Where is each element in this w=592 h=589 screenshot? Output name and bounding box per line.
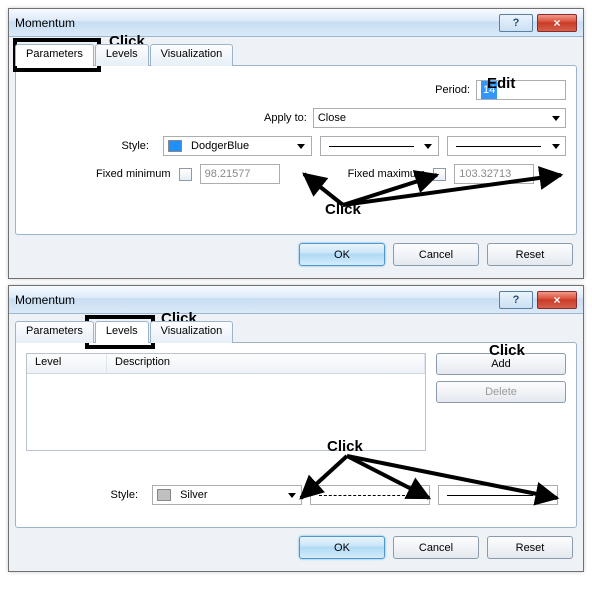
chevron-down-icon [294,139,309,154]
period-input[interactable]: 14 [476,80,566,100]
chevron-down-icon [421,139,436,154]
chevron-down-icon [548,111,563,126]
reset-button[interactable]: Reset [487,243,573,266]
close-icon: × [553,16,560,30]
tab-parameters[interactable]: Parameters [15,321,94,343]
chevron-down-icon [548,139,563,154]
close-button[interactable]: × [537,291,577,309]
fixedmin-label: Fixed minimum [96,168,171,180]
tab-panel-levels: Level Description Add Delete Style: Silv… [15,342,577,528]
line-weight-select[interactable] [447,136,566,156]
window-title: Momentum [15,293,499,307]
button-row: OK Cancel Reset [15,235,577,272]
style-color-name: Silver [180,489,208,501]
period-label: Period: [435,84,476,96]
applyto-label: Apply to: [264,112,313,124]
col-level: Level [27,354,107,373]
chevron-down-icon [412,488,427,503]
cancel-button[interactable]: Cancel [393,243,479,266]
delete-button[interactable]: Delete [436,381,566,403]
close-button[interactable]: × [537,14,577,32]
cancel-button[interactable]: Cancel [393,536,479,559]
tab-visualization[interactable]: Visualization [150,44,234,66]
momentum-dialog-levels: Momentum ? × Parameters Levels Visualiza… [8,285,584,572]
fixedmin-checkbox[interactable] [179,168,192,181]
fixedmax-label: Fixed maximum [348,168,426,180]
ok-button[interactable]: OK [299,536,385,559]
fixedmax-value[interactable]: 103.32713 [454,164,534,184]
tab-parameters[interactable]: Parameters [15,44,94,66]
tab-strip: Parameters Levels Visualization [15,43,577,65]
momentum-dialog-parameters: Momentum ? × Parameters Levels Visualiza… [8,8,584,279]
fixedmin-value[interactable]: 98.21577 [200,164,280,184]
tab-levels[interactable]: Levels [95,321,149,343]
style-color-swatch [157,489,171,501]
line-pattern-select[interactable] [310,485,430,505]
style-label: Style: [26,489,144,501]
help-button[interactable]: ? [499,14,533,32]
tab-visualization[interactable]: Visualization [150,321,234,343]
tab-strip: Parameters Levels Visualization [15,320,577,342]
fixedmax-checkbox[interactable] [433,168,446,181]
levels-table[interactable]: Level Description [26,353,426,451]
line-weight-select[interactable] [438,485,558,505]
applyto-value: Close [318,112,346,124]
dialog-body: Parameters Levels Visualization Level De… [9,314,583,571]
reset-button[interactable]: Reset [487,536,573,559]
applyto-select[interactable]: Close [313,108,566,128]
style-color-select[interactable]: Silver [152,485,302,505]
side-buttons: Add Delete [436,353,566,451]
close-icon: × [553,293,560,307]
titlebar[interactable]: Momentum ? × [9,286,583,314]
help-button[interactable]: ? [499,291,533,309]
style-color-select[interactable]: DodgerBlue [163,136,312,156]
window-title: Momentum [15,16,499,30]
add-button[interactable]: Add [436,353,566,375]
tab-levels[interactable]: Levels [95,44,149,66]
line-pattern-select[interactable] [320,136,439,156]
dialog-body: Parameters Levels Visualization Period: … [9,37,583,278]
ok-button[interactable]: OK [299,243,385,266]
button-row: OK Cancel Reset [15,528,577,565]
table-header: Level Description [27,354,425,374]
chevron-down-icon [540,488,555,503]
table-body-empty [27,374,425,450]
titlebar[interactable]: Momentum ? × [9,9,583,37]
tab-panel-parameters: Period: 14 Apply to: Close Style: Do [15,65,577,235]
period-value: 14 [481,81,497,99]
style-color-swatch [168,140,182,152]
chevron-down-icon [284,488,299,503]
style-label: Style: [26,140,155,152]
style-color-name: DodgerBlue [191,140,249,152]
col-description: Description [107,354,425,373]
